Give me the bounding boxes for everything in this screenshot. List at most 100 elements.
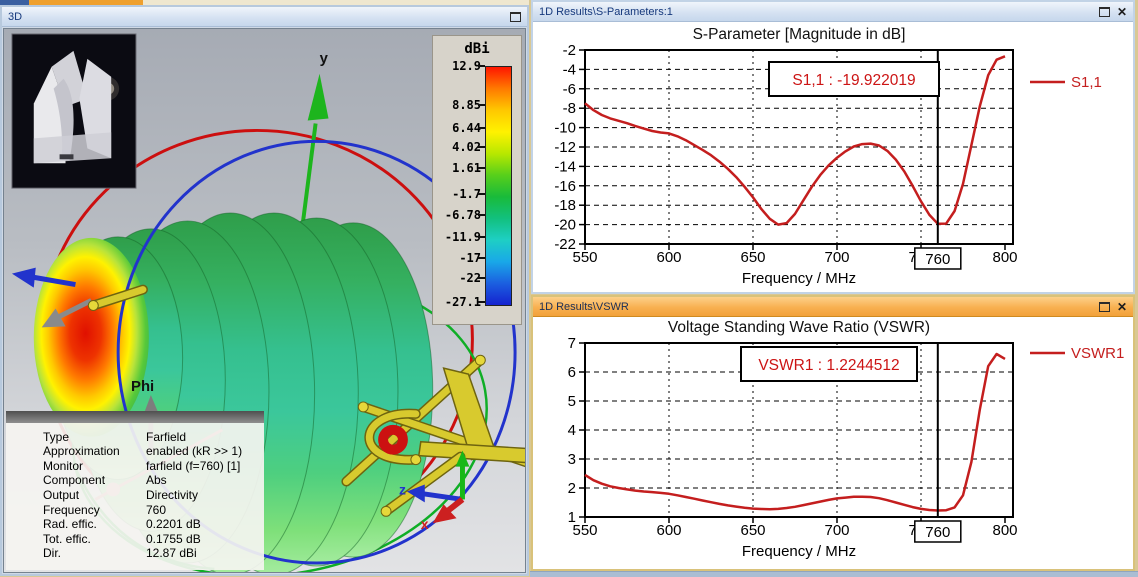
farfield-info-value: enabled (kR >> 1): [146, 444, 243, 459]
vswr-chart[interactable]: 1234567550600650700750800Voltage Standin…: [533, 317, 1133, 569]
vswr-window-titlebar[interactable]: 1D Results\VSWR ✕: [533, 297, 1133, 317]
colorbar-tick-mark: [478, 166, 485, 169]
x-tick-label: 800: [992, 522, 1017, 539]
farfield-info-value: Farfield: [146, 429, 187, 444]
farfield-info-row: Approximation enabled (kR >> 1): [6, 444, 264, 459]
colorbar-tick-label: -17: [459, 250, 481, 265]
farfield-info-label: Approximation: [43, 444, 120, 459]
annotation-text: S1,1 : -19.922019: [792, 72, 915, 89]
3d-window: 3D y Phi z x dBi 12.9 8.85 6.44 4.02 1.6…: [0, 5, 529, 576]
farfield-info-label: Dir.: [43, 546, 61, 561]
y-tick-label: -14: [554, 158, 576, 175]
colorbar-tick-label: 12.9: [452, 59, 481, 73]
x-tick-label: 600: [656, 249, 681, 266]
farfield-info-value: Directivity: [146, 488, 199, 503]
farfield-info-label: Frequency: [43, 502, 100, 517]
3d-window-titlebar[interactable]: 3D: [2, 7, 527, 27]
farfield-info-value: farfield (f=760) [1]: [146, 458, 241, 473]
annotation-text: VSWR1 : 1.2244512: [758, 357, 899, 374]
farfield-info-value: 760: [146, 502, 167, 517]
colorbar-tick-mark: [478, 65, 485, 67]
sparam-chart[interactable]: -22-20-18-16-14-12-10-8-6-4-2550 600 650 70…: [533, 22, 1133, 292]
bottom-frame-strip: [530, 571, 1138, 577]
main-lobe-cap: [33, 237, 149, 437]
farfield-info-row: Component Abs: [6, 473, 264, 488]
y-tick-label: -20: [554, 217, 576, 234]
y-tick-label: 7: [568, 335, 576, 352]
farfield-info-value: 0.1755 dB: [146, 531, 201, 546]
colorbar-title: dBi: [464, 41, 490, 57]
y-tick-label: -12: [554, 139, 576, 156]
y-tick-label: 4: [568, 422, 576, 439]
colorbar-tick-mark: [478, 146, 485, 149]
farfield-info-label: Output: [43, 488, 80, 503]
colorbar-tick-label: -1.7: [452, 186, 481, 201]
y-tick-label: -2: [563, 42, 576, 59]
sparam-window: 1D Results\S-Parameters:1 ✕ -22 -20 -18 -16…: [531, 0, 1135, 294]
x-tick-label: 550: [572, 249, 597, 266]
3d-window-title: 3D: [8, 10, 23, 23]
colorbar-tick-mark: [478, 256, 485, 259]
vswr-window: 1D Results\VSWR ✕ 1234567550600650700750…: [531, 295, 1135, 571]
farfield-info-value: 0.2201 dB: [146, 517, 201, 532]
farfield-info-row: Output Directivity: [6, 488, 264, 503]
y-tick-label: -16: [554, 178, 576, 195]
y-tick-label: 5: [568, 393, 576, 410]
farfield-info-label: Monitor: [43, 458, 84, 473]
colorbar-tick-mark: [478, 301, 485, 303]
sparam-window-titlebar[interactable]: 1D Results\S-Parameters:1 ✕: [533, 2, 1133, 22]
colorbar-gradient: [485, 66, 512, 306]
maximize-icon[interactable]: [1098, 301, 1110, 312]
sparam-window-title: 1D Results\S-Parameters:1: [539, 5, 673, 18]
colorbar-tick-mark: [478, 192, 485, 195]
colorbar-tick-mark: [478, 126, 485, 129]
chart-title: S-Parameter [Magnitude in dB]: [693, 26, 906, 43]
x-tick-label: 650: [740, 249, 765, 266]
farfield-info-label: Type: [43, 429, 70, 444]
farfield-info-label: Component: [43, 473, 106, 488]
farfield-info-row: Dir. 12.87 dBi: [6, 546, 264, 561]
y-tick-label: -8: [563, 100, 576, 117]
close-icon[interactable]: ✕: [1117, 301, 1127, 313]
colorbar-tick-mark: [478, 236, 485, 239]
y-tick-label: -18: [554, 197, 576, 214]
farfield-info-label: Tot. effic.: [43, 531, 91, 546]
farfield-info-row: Tot. effic. 0.1755 dB: [6, 532, 264, 547]
legend-label: S1,1: [1071, 74, 1102, 91]
z-axis-label: z: [399, 481, 406, 497]
y-tick-label: -4: [563, 61, 576, 78]
maximize-icon[interactable]: [1098, 6, 1110, 17]
x-tick-label: 550: [572, 522, 597, 539]
farfield-info-row: Monitor farfield (f=760) [1]: [6, 459, 264, 474]
x-tick-label: 650: [740, 522, 765, 539]
3d-viewport[interactable]: y Phi z x dBi 12.9 8.85 6.44 4.02 1.61 -…: [3, 28, 526, 573]
colorbar-tick-label: 1.61: [452, 160, 481, 175]
colorbar-tick-mark: [478, 214, 485, 217]
model-preview-image: [11, 33, 137, 189]
x-axis-label: Frequency / MHz: [742, 543, 856, 560]
farfield-info-label: Rad. effic.: [43, 517, 97, 532]
farfield-info-panel: Type Farfield Approximation enabled (kR >> …: [6, 410, 264, 570]
y-axis-arrow: y: [307, 51, 329, 121]
x-tick-label: 700: [824, 522, 849, 539]
x-tick-label: 700: [824, 249, 849, 266]
x-axis-label: x: [421, 516, 429, 532]
farfield-info-table: Type Farfield Approximation enabled (kR >> …: [6, 422, 264, 570]
colorbar-tick-label: -22: [459, 271, 481, 286]
vswr-window-title: 1D Results\VSWR: [539, 300, 629, 313]
farfield-info-value: Abs: [146, 473, 167, 488]
y-tick-label: 6: [568, 364, 576, 381]
y-tick-label: 2: [568, 480, 576, 497]
colorbar-tick-label: -6.78: [444, 208, 481, 223]
colorbar-tick-label: 4.02: [452, 140, 481, 155]
colorbar-tick-label: 6.44: [452, 120, 481, 135]
phi-label: Phi: [131, 379, 154, 395]
y-tick-label: -6: [563, 81, 576, 98]
y-tick-label: 3: [568, 451, 576, 468]
x-tick-label: 600: [656, 522, 681, 539]
close-icon[interactable]: ✕: [1117, 6, 1127, 18]
farfield-info-row: Frequency 760: [6, 503, 264, 518]
maximize-icon[interactable]: [510, 11, 521, 22]
farfield-info-row: Rad. effic. 0.2201 dB: [6, 517, 264, 532]
farfield-info-header: [6, 410, 264, 423]
